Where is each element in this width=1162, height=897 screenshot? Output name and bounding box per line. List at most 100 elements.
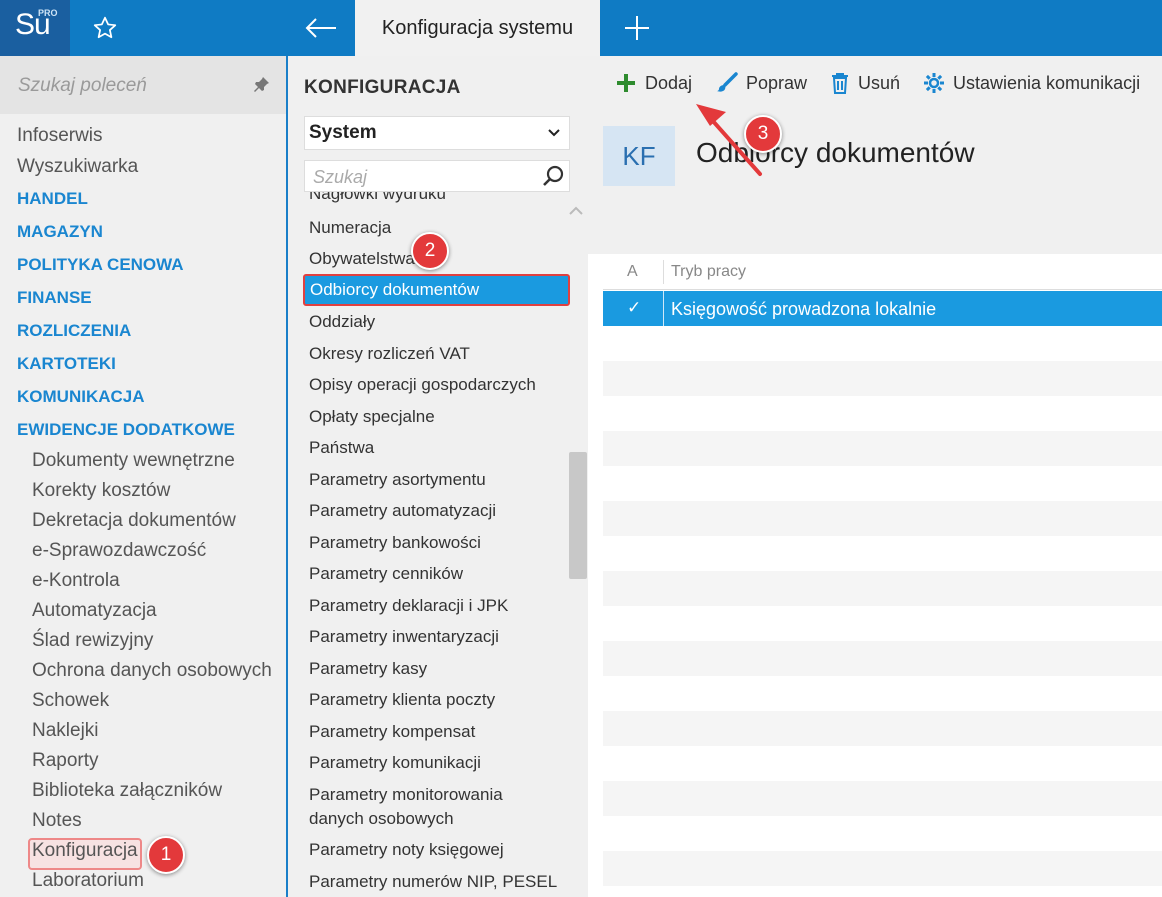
- config-item[interactable]: Opłaty specjalne: [309, 405, 435, 429]
- module-badge: KF: [603, 126, 675, 186]
- config-item[interactable]: Parametry kompensat: [309, 720, 475, 744]
- back-arrow-icon[interactable]: [288, 0, 354, 56]
- config-item[interactable]: Okresy rozliczeń VAT: [309, 342, 470, 366]
- toolbar: Dodaj Popraw Usuń Ustawienia komunikacji: [588, 56, 1162, 114]
- empty-row: [603, 396, 1162, 431]
- add-button[interactable]: Dodaj: [615, 72, 692, 94]
- empty-row: [603, 361, 1162, 396]
- empty-row: [603, 781, 1162, 816]
- pin-icon[interactable]: [252, 76, 270, 99]
- tab-konfiguracja-systemu[interactable]: Konfiguracja systemu: [355, 0, 600, 56]
- config-item[interactable]: Numeracja: [309, 216, 391, 240]
- config-category-select[interactable]: System: [304, 116, 570, 150]
- table-row[interactable]: ✓ Księgowość prowadzona lokalnie: [603, 291, 1162, 326]
- config-search-placeholder: Szukaj: [313, 167, 368, 187]
- sidebar-section-kartoteki[interactable]: KARTOTEKI: [17, 354, 116, 374]
- column-header-mode[interactable]: Tryb pracy: [671, 263, 746, 281]
- command-search[interactable]: Szukaj poleceń: [0, 56, 287, 114]
- gear-icon: [924, 73, 944, 93]
- annotation-badge-2: 2: [411, 232, 449, 270]
- empty-row: [603, 431, 1162, 466]
- empty-row: [603, 641, 1162, 676]
- trash-icon: [832, 73, 848, 94]
- active-check-icon: ✓: [627, 298, 642, 317]
- records-grid: A Tryb pracy ✓ Księgowość prowadzona lok…: [603, 254, 1162, 897]
- config-item[interactable]: Oddziały: [309, 310, 375, 334]
- empty-row: [603, 851, 1162, 886]
- config-list-scrollbar[interactable]: [569, 452, 587, 579]
- search-icon[interactable]: [541, 164, 565, 193]
- config-item[interactable]: Parametry deklaracji i JPK: [309, 594, 508, 618]
- sidebar-item-e-kontrola[interactable]: e-Kontrola: [32, 570, 120, 592]
- empty-row: [603, 466, 1162, 501]
- communication-settings-button[interactable]: Ustawienia komunikacji: [923, 72, 1140, 94]
- column-separator: [663, 260, 664, 284]
- config-item[interactable]: Parametry monitorowania danych osobowych: [309, 783, 539, 831]
- sidebar-item-automatyzacja[interactable]: Automatyzacja: [32, 600, 157, 622]
- edit-button-label: Popraw: [746, 72, 808, 93]
- config-item[interactable]: Parametry noty księgowej: [309, 838, 504, 862]
- sidebar-item-ochrona-danych[interactable]: Ochrona danych osobowych: [32, 660, 272, 682]
- sidebar-section-rozliczenia[interactable]: ROZLICZENIA: [17, 321, 131, 341]
- new-tab-plus-icon[interactable]: [602, 0, 672, 56]
- config-search-input[interactable]: Szukaj: [304, 160, 570, 192]
- sidebar-item-biblioteka-zalacznikow[interactable]: Biblioteka załączników: [32, 780, 222, 802]
- annotation-badge-1: 1: [147, 836, 185, 874]
- chevron-down-icon: [547, 125, 561, 144]
- table-cell-mode: Księgowość prowadzona lokalnie: [671, 299, 937, 319]
- annotation-badge-3: 3: [744, 115, 782, 153]
- config-item[interactable]: Opisy operacji gospodarczych: [309, 373, 536, 397]
- sidebar-section-magazyn[interactable]: MAGAZYN: [17, 222, 103, 242]
- config-item[interactable]: Parametry numerów NIP, PESEL: [309, 870, 557, 894]
- config-item[interactable]: Parametry inwentaryzacji: [309, 625, 499, 649]
- sidebar-item-konfiguracja[interactable]: Konfiguracja: [32, 840, 138, 862]
- empty-row: [603, 676, 1162, 711]
- tab-title: Konfiguracja systemu: [381, 16, 574, 39]
- sidebar-item-wyszukiwarka[interactable]: Wyszukiwarka: [17, 156, 138, 178]
- empty-row: [603, 326, 1162, 361]
- column-header-a[interactable]: A: [627, 263, 638, 281]
- sidebar-section-handel[interactable]: HANDEL: [17, 189, 88, 209]
- sidebar-item-schowek[interactable]: Schowek: [32, 690, 109, 712]
- delete-button-label: Usuń: [858, 72, 901, 93]
- config-item[interactable]: Obywatelstwa: [309, 247, 415, 271]
- sidebar-item-dokumenty-wewnetrzne[interactable]: Dokumenty wewnętrzne: [32, 450, 235, 472]
- add-button-label: Dodaj: [645, 72, 693, 93]
- sidebar-item-korekty-kosztow[interactable]: Korekty kosztów: [32, 480, 170, 502]
- config-item[interactable]: Parametry komunikacji: [309, 751, 481, 775]
- config-item-selected[interactable]: Odbiorcy dokumentów: [303, 274, 570, 306]
- config-item[interactable]: Państwa: [309, 436, 374, 460]
- sidebar-item-naklejki[interactable]: Naklejki: [32, 720, 99, 742]
- column-separator: [663, 291, 664, 326]
- favorites-star-icon[interactable]: [70, 0, 140, 56]
- config-item[interactable]: Parametry asortymentu: [309, 468, 486, 492]
- scroll-up-icon[interactable]: [568, 204, 584, 222]
- sidebar-item-raporty[interactable]: Raporty: [32, 750, 99, 772]
- sidebar-item-e-sprawozdawczosc[interactable]: e-Sprawozdawczość: [32, 540, 206, 562]
- sidebar-item-dekretacja-dokumentow[interactable]: Dekretacja dokumentów: [32, 510, 236, 532]
- app-logo[interactable]: Su PRO: [0, 0, 70, 56]
- sidebar-item-infoserwis[interactable]: Infoserwis: [17, 125, 103, 147]
- logo-pro-badge: PRO: [38, 8, 58, 18]
- config-item-partial[interactable]: Nagłówki wydruku: [309, 192, 446, 206]
- sidebar-section-ewidencje-dodatkowe[interactable]: EWIDENCJE DODATKOWE: [17, 420, 235, 440]
- grid-header: A Tryb pracy: [603, 254, 1162, 290]
- delete-button[interactable]: Usuń: [830, 72, 900, 94]
- brush-icon: [717, 72, 738, 92]
- config-item[interactable]: Parametry bankowości: [309, 531, 481, 555]
- sidebar-item-slad-rewizyjny[interactable]: Ślad rewizyjny: [32, 630, 153, 652]
- sidebar-section-polityka-cenowa[interactable]: POLITYKA CENOWA: [17, 255, 184, 275]
- sidebar-section-finanse[interactable]: FINANSE: [17, 288, 92, 308]
- empty-row: [603, 816, 1162, 851]
- main-panel: Dodaj Popraw Usuń Ustawienia komunikacji…: [588, 56, 1162, 897]
- config-item[interactable]: Parametry cenników: [309, 562, 463, 586]
- sidebar-item-notes[interactable]: Notes: [32, 810, 82, 832]
- config-item[interactable]: Parametry klienta poczty: [309, 688, 495, 712]
- command-search-placeholder: Szukaj poleceń: [18, 75, 147, 96]
- sidebar-item-laboratorium[interactable]: Laboratorium: [32, 870, 144, 892]
- navigation-sidebar: Szukaj poleceń Infoserwis Wyszukiwarka H…: [0, 56, 287, 897]
- sidebar-section-komunikacja[interactable]: KOMUNIKACJA: [17, 387, 145, 407]
- edit-button[interactable]: Popraw: [716, 72, 807, 94]
- config-item[interactable]: Parametry automatyzacji: [309, 499, 496, 523]
- config-item[interactable]: Parametry kasy: [309, 657, 427, 681]
